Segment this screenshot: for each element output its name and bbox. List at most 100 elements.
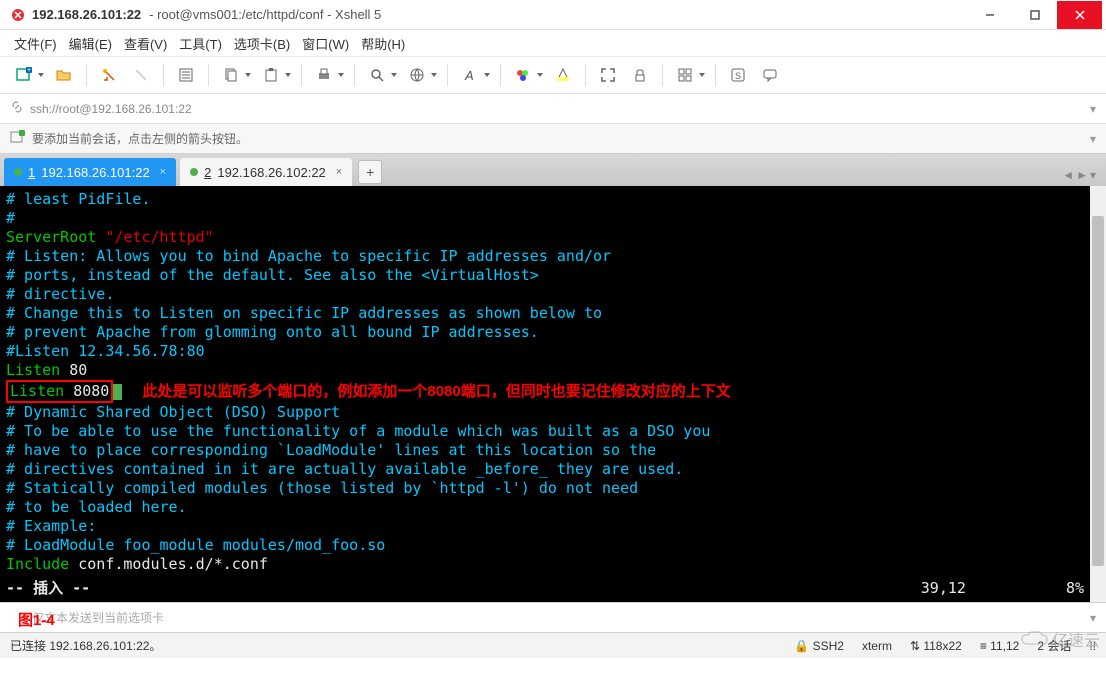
cursor <box>113 384 122 400</box>
address-url[interactable]: ssh://root@192.168.26.101:22 <box>30 102 1084 116</box>
terminal-line: # Statically compiled modules (those lis… <box>6 479 1100 498</box>
status-protocol: 🔒 SSH2 <box>794 639 844 653</box>
print-button[interactable] <box>310 61 338 89</box>
tab-number: 1 <box>28 165 35 180</box>
svg-text:+: + <box>27 67 31 74</box>
terminal[interactable]: # least PidFile. # ServerRoot "/etc/http… <box>0 186 1106 602</box>
tab-2[interactable]: 2 192.168.26.102:22 × <box>180 158 352 186</box>
tab-1[interactable]: 1 192.168.26.101:22 × <box>4 158 176 186</box>
status-grip-icon[interactable]: ⁞⁞ <box>1089 639 1096 653</box>
terminal-line: # have to place corresponding `LoadModul… <box>6 441 1100 460</box>
layout-button[interactable] <box>671 61 699 89</box>
terminal-line: # Change this to Listen on specific IP a… <box>6 304 1100 323</box>
terminal-line: # To be able to use the functionality of… <box>6 422 1100 441</box>
hint-dropdown-icon[interactable]: ▾ <box>1090 132 1096 146</box>
scrollbar-thumb[interactable] <box>1092 216 1104 566</box>
status-size: ⇅ 118x22 <box>910 639 962 653</box>
link-icon <box>10 100 24 117</box>
terminal-line: # Listen: Allows you to bind Apache to s… <box>6 247 1100 266</box>
terminal-line: ServerRoot "/etc/httpd" <box>6 228 1100 247</box>
menu-tools[interactable]: 工具(T) <box>179 34 222 53</box>
menu-view[interactable]: 查看(V) <box>124 34 167 53</box>
status-dot-icon <box>190 168 198 176</box>
address-dropdown-icon[interactable]: ▾ <box>1090 102 1096 116</box>
terminal-line: # to be loaded here. <box>6 498 1100 517</box>
tab-number: 2 <box>204 165 211 180</box>
menu-edit[interactable]: 编辑(E) <box>69 34 112 53</box>
input-dropdown-icon[interactable]: ▾ <box>1090 611 1096 625</box>
menu-file[interactable]: 文件(F) <box>14 34 57 53</box>
menu-help[interactable]: 帮助(H) <box>361 34 405 53</box>
properties-button[interactable] <box>172 61 200 89</box>
lock-button[interactable] <box>626 61 654 89</box>
figure-label: 图1-4 <box>18 609 55 630</box>
address-bar: ssh://root@192.168.26.101:22 ▾ <box>0 94 1106 124</box>
status-term: xterm <box>862 639 892 653</box>
new-session-button[interactable]: + <box>10 61 38 89</box>
separator <box>585 64 586 86</box>
paste-button[interactable] <box>257 61 285 89</box>
status-sessions: 2 会话 <box>1037 637 1071 654</box>
terminal-line: # directives contained in it are actuall… <box>6 460 1100 479</box>
tab-close-icon[interactable]: × <box>336 166 342 178</box>
reconnect-button[interactable] <box>95 61 123 89</box>
app-icon <box>10 7 26 23</box>
tab-next-icon[interactable]: ► <box>1076 168 1088 182</box>
titlebar: 192.168.26.101:22 - root@vms001:/etc/htt… <box>0 0 1106 30</box>
terminal-line: #Listen 12.34.56.78:80 <box>6 342 1100 361</box>
separator <box>662 64 663 86</box>
disconnect-button[interactable] <box>127 61 155 89</box>
tab-bar: 1 192.168.26.101:22 × 2 192.168.26.102:2… <box>0 154 1106 186</box>
font-button[interactable]: A <box>456 61 484 89</box>
window-title: 192.168.26.101:22 <box>32 7 141 22</box>
terminal-status-line: -- 插入 --39,128% <box>6 579 1084 598</box>
window-controls <box>967 1 1102 29</box>
command-input-bar[interactable]: 图1-4 仅文本发送到当前选项卡 ▾ <box>0 602 1106 632</box>
separator <box>354 64 355 86</box>
separator <box>500 64 501 86</box>
annotation-text: 此处是可以监听多个端口的，例如添加一个8080端口，但同时也要记住修改对应的上下… <box>142 383 730 400</box>
fullscreen-button[interactable] <box>594 61 622 89</box>
find-button[interactable] <box>363 61 391 89</box>
status-connected: 已连接 192.168.26.101:22。 <box>10 637 776 654</box>
toolbar: + A S <box>0 56 1106 94</box>
terminal-line: Include conf.modules.d/*.conf <box>6 555 1100 574</box>
terminal-scrollbar[interactable] <box>1090 186 1106 602</box>
session-hint-text: 要添加当前会话，点击左侧的箭头按钮。 <box>32 130 248 147</box>
copy-button[interactable] <box>217 61 245 89</box>
tab-close-icon[interactable]: × <box>160 166 166 178</box>
menubar: 文件(F) 编辑(E) 查看(V) 工具(T) 选项卡(B) 窗口(W) 帮助(… <box>0 30 1106 56</box>
terminal-line: # ports, instead of the default. See als… <box>6 266 1100 285</box>
minimize-button[interactable] <box>967 1 1012 29</box>
status-bar: 已连接 192.168.26.101:22。 🔒 SSH2 xterm ⇅ 11… <box>0 632 1106 658</box>
separator <box>163 64 164 86</box>
terminal-line: # prevent Apache from glomming onto all … <box>6 323 1100 342</box>
tab-label: 192.168.26.101:22 <box>41 165 149 180</box>
terminal-line: # Example: <box>6 517 1100 536</box>
close-button[interactable] <box>1057 1 1102 29</box>
color-button[interactable] <box>509 61 537 89</box>
menu-tabs[interactable]: 选项卡(B) <box>234 34 290 53</box>
maximize-button[interactable] <box>1012 1 1057 29</box>
tab-list-icon[interactable]: ▾ <box>1090 168 1096 182</box>
new-tab-button[interactable]: + <box>358 160 382 184</box>
terminal-line: # LoadModule foo_module modules/mod_foo.… <box>6 536 1100 555</box>
terminal-line: # Dynamic Shared Object (DSO) Support <box>6 403 1100 422</box>
open-button[interactable] <box>50 61 78 89</box>
session-hint-bar: 要添加当前会话，点击左侧的箭头按钮。 ▾ <box>0 124 1106 154</box>
chat-button[interactable] <box>756 61 784 89</box>
tab-nav: ◄ ► ▾ <box>1062 168 1096 182</box>
add-session-icon[interactable] <box>10 129 26 148</box>
window-subtitle: - root@vms001:/etc/httpd/conf - Xshell 5 <box>149 7 381 22</box>
script-button[interactable]: S <box>724 61 752 89</box>
separator <box>301 64 302 86</box>
status-dot-icon <box>14 168 22 176</box>
tab-prev-icon[interactable]: ◄ <box>1062 168 1074 182</box>
highlight-button[interactable] <box>549 61 577 89</box>
menu-window[interactable]: 窗口(W) <box>302 34 349 53</box>
svg-text:S: S <box>735 71 741 81</box>
encoding-button[interactable] <box>403 61 431 89</box>
terminal-line-highlighted: Listen 8080此处是可以监听多个端口的，例如添加一个8080端口，但同时… <box>6 380 1100 403</box>
separator <box>208 64 209 86</box>
terminal-line: # directive. <box>6 285 1100 304</box>
